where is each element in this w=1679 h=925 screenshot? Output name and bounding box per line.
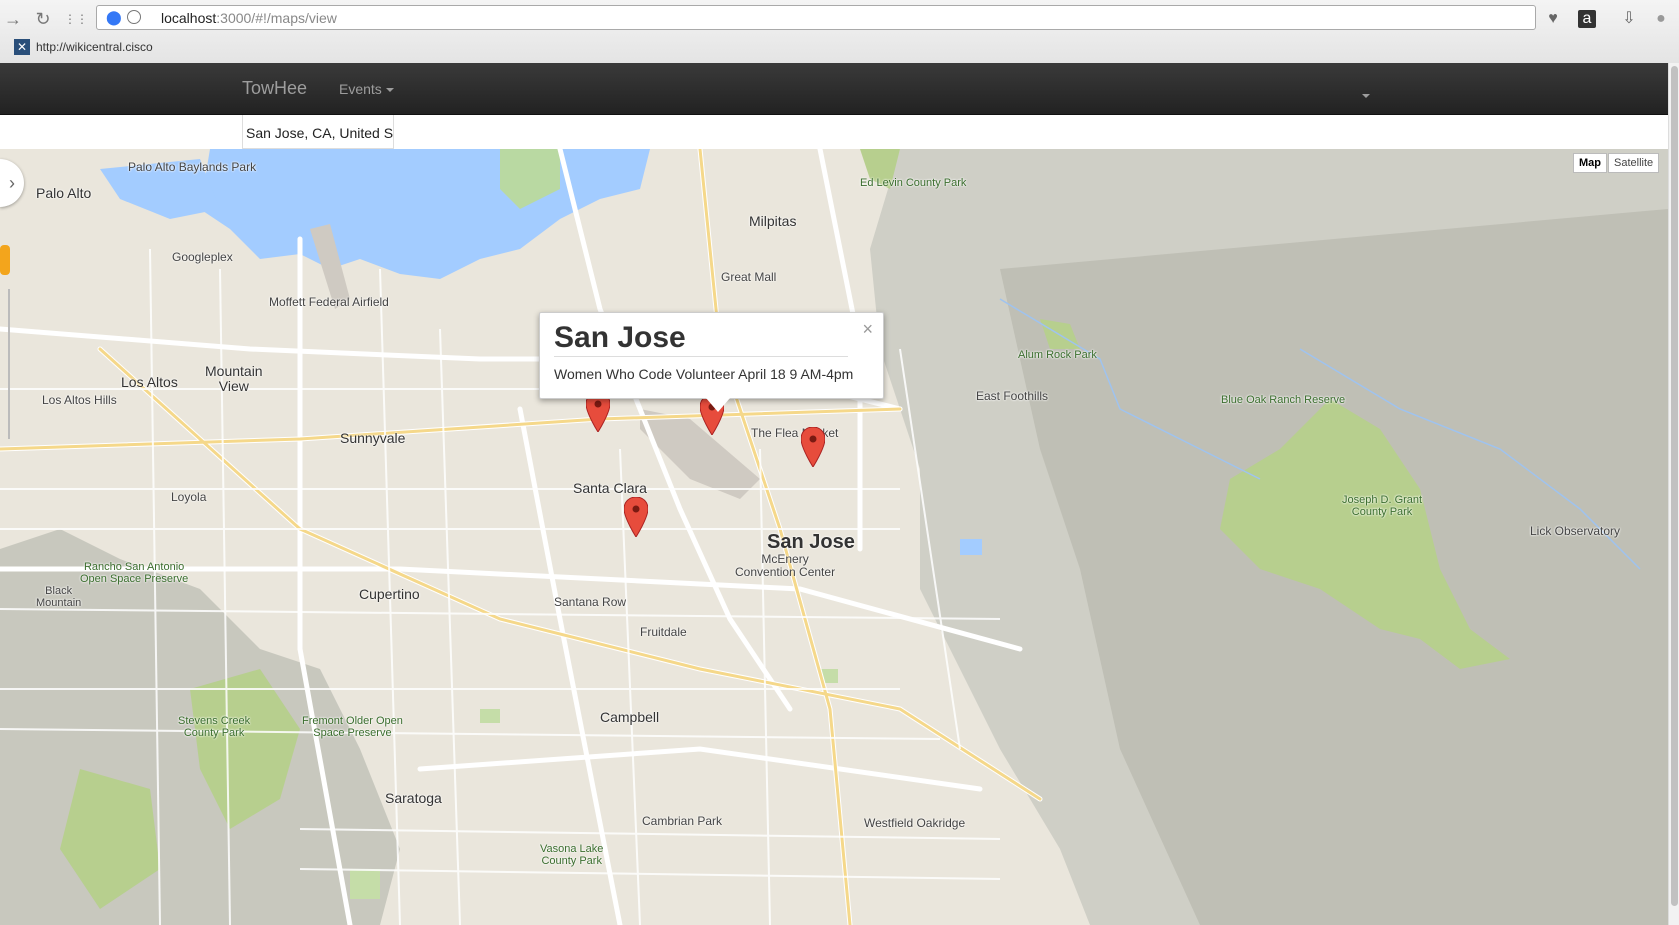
reload-icon[interactable]: ↻ (32, 8, 54, 30)
map-label-fruitdale: Fruitdale (640, 625, 687, 639)
browser-toolbar: → ↻ ⋮⋮ ⬤ localhost:3000/#!/maps/view ♥ a… (0, 0, 1679, 64)
url-text: localhost:3000/#!/maps/view (161, 10, 337, 26)
map-type-map-button[interactable]: Map (1573, 153, 1607, 173)
apps-icon[interactable]: ⋮⋮ (64, 8, 88, 30)
map-label-joseph-grant: Joseph D. Grant County Park (1342, 494, 1423, 518)
map-label-blue-oak: Blue Oak Ranch Reserve (1221, 394, 1346, 406)
info-window: San Jose Women Who Code Volunteer April … (539, 312, 884, 412)
brand-towhee[interactable]: TowHee (242, 78, 307, 99)
bookmark-wikicentral[interactable]: http://wikicentral.cisco (36, 40, 153, 54)
map-type-satellite-button[interactable]: Satellite (1608, 153, 1660, 173)
map-label-moffett: Moffett Federal Airfield (269, 295, 389, 309)
amazon-icon[interactable]: a (1578, 10, 1596, 28)
map-label-westfield: Westfield Oakridge (864, 816, 966, 830)
chevron-down-icon (1362, 93, 1370, 98)
url-bar[interactable]: ⬤ localhost:3000/#!/maps/view (96, 5, 1536, 30)
forward-icon[interactable]: → (2, 8, 24, 30)
events-dropdown[interactable]: Events (339, 81, 394, 97)
info-window-body: Women Who Code Volunteer April 18 9 AM-4… (554, 366, 854, 382)
close-icon[interactable]: × (862, 319, 873, 340)
page-scrollbar[interactable] (1668, 63, 1679, 925)
map-canvas[interactable]: Palo Alto Palo Alto Baylands Park Milpit… (0, 149, 1668, 925)
map-label-los-altos-hills: Los Altos Hills (42, 393, 117, 407)
location-pin-icon: ⬤ (106, 9, 122, 25)
search-row: San Jose, CA, United S (0, 115, 1668, 149)
map-label-campbell: Campbell (600, 709, 660, 725)
location-input[interactable]: San Jose, CA, United S (242, 115, 394, 149)
zoom-slider[interactable] (0, 289, 10, 439)
map-label-milpitas: Milpitas (749, 213, 797, 229)
map-label-alum-rock: Alum Rock Park (1018, 349, 1097, 361)
map-label-mcenery: McEnery Convention Center (735, 552, 836, 579)
map-label-flea-market: The Flea Market (751, 426, 839, 440)
map-label-fremont-older: Fremont Older Open Space Preserve (302, 715, 403, 739)
map-label-santana-row: Santana Row (554, 595, 627, 609)
map-label-lick: Lick Observatory (1530, 524, 1621, 538)
map-label-loyola: Loyola (171, 490, 207, 504)
map-label-googleplex: Googleplex (172, 250, 233, 264)
map-label-santa-clara: Santa Clara (573, 480, 647, 496)
download-icon[interactable]: ⇩ (1618, 8, 1640, 30)
events-label: Events (339, 81, 382, 97)
map-label-cambrian: Cambrian Park (642, 814, 723, 828)
map-label-vasona: Vasona Lake County Park (540, 843, 604, 867)
app-navbar: TowHee Events (0, 63, 1668, 115)
cisco-bookmark-icon[interactable]: ✕ (14, 39, 30, 55)
map-label-great-mall: Great Mall (721, 270, 777, 284)
chevron-down-icon (385, 88, 394, 93)
map-label-palo-alto: Palo Alto (36, 185, 92, 201)
map-label-saratoga: Saratoga (385, 790, 442, 806)
map-label-san-jose: San Jose (767, 531, 855, 553)
map-label-cupertino: Cupertino (359, 586, 420, 602)
map-label-black-mountain: Black Mountain (36, 585, 82, 609)
map-label-rancho: Rancho San Antonio Open Space Preserve (80, 561, 189, 585)
event-marker[interactable] (801, 427, 825, 467)
map-label-east-foothills: East Foothills (976, 389, 1049, 403)
user-menu-dropdown[interactable] (1358, 87, 1370, 105)
pegman-icon[interactable] (0, 245, 10, 275)
scrollbar-thumb[interactable] (1671, 66, 1678, 906)
map-label-los-altos: Los Altos (121, 374, 178, 390)
heart-icon[interactable]: ♥ (1542, 8, 1564, 30)
map-label-ed-levin: Ed Levin County Park (860, 177, 967, 189)
event-marker[interactable] (624, 497, 648, 537)
globe-icon (127, 10, 141, 24)
profile-icon[interactable]: ● (1650, 8, 1672, 30)
info-window-title: San Jose (554, 321, 848, 357)
map-label-stevens-creek: Stevens Creek County Park (178, 715, 251, 739)
bookmark-bar: ✕ http://wikicentral.cisco (0, 36, 1679, 60)
map-label-baylands: Palo Alto Baylands Park (128, 160, 257, 174)
map-label-mountain-view: Mountain View (205, 363, 263, 394)
map-label-sunnyvale: Sunnyvale (340, 430, 406, 446)
